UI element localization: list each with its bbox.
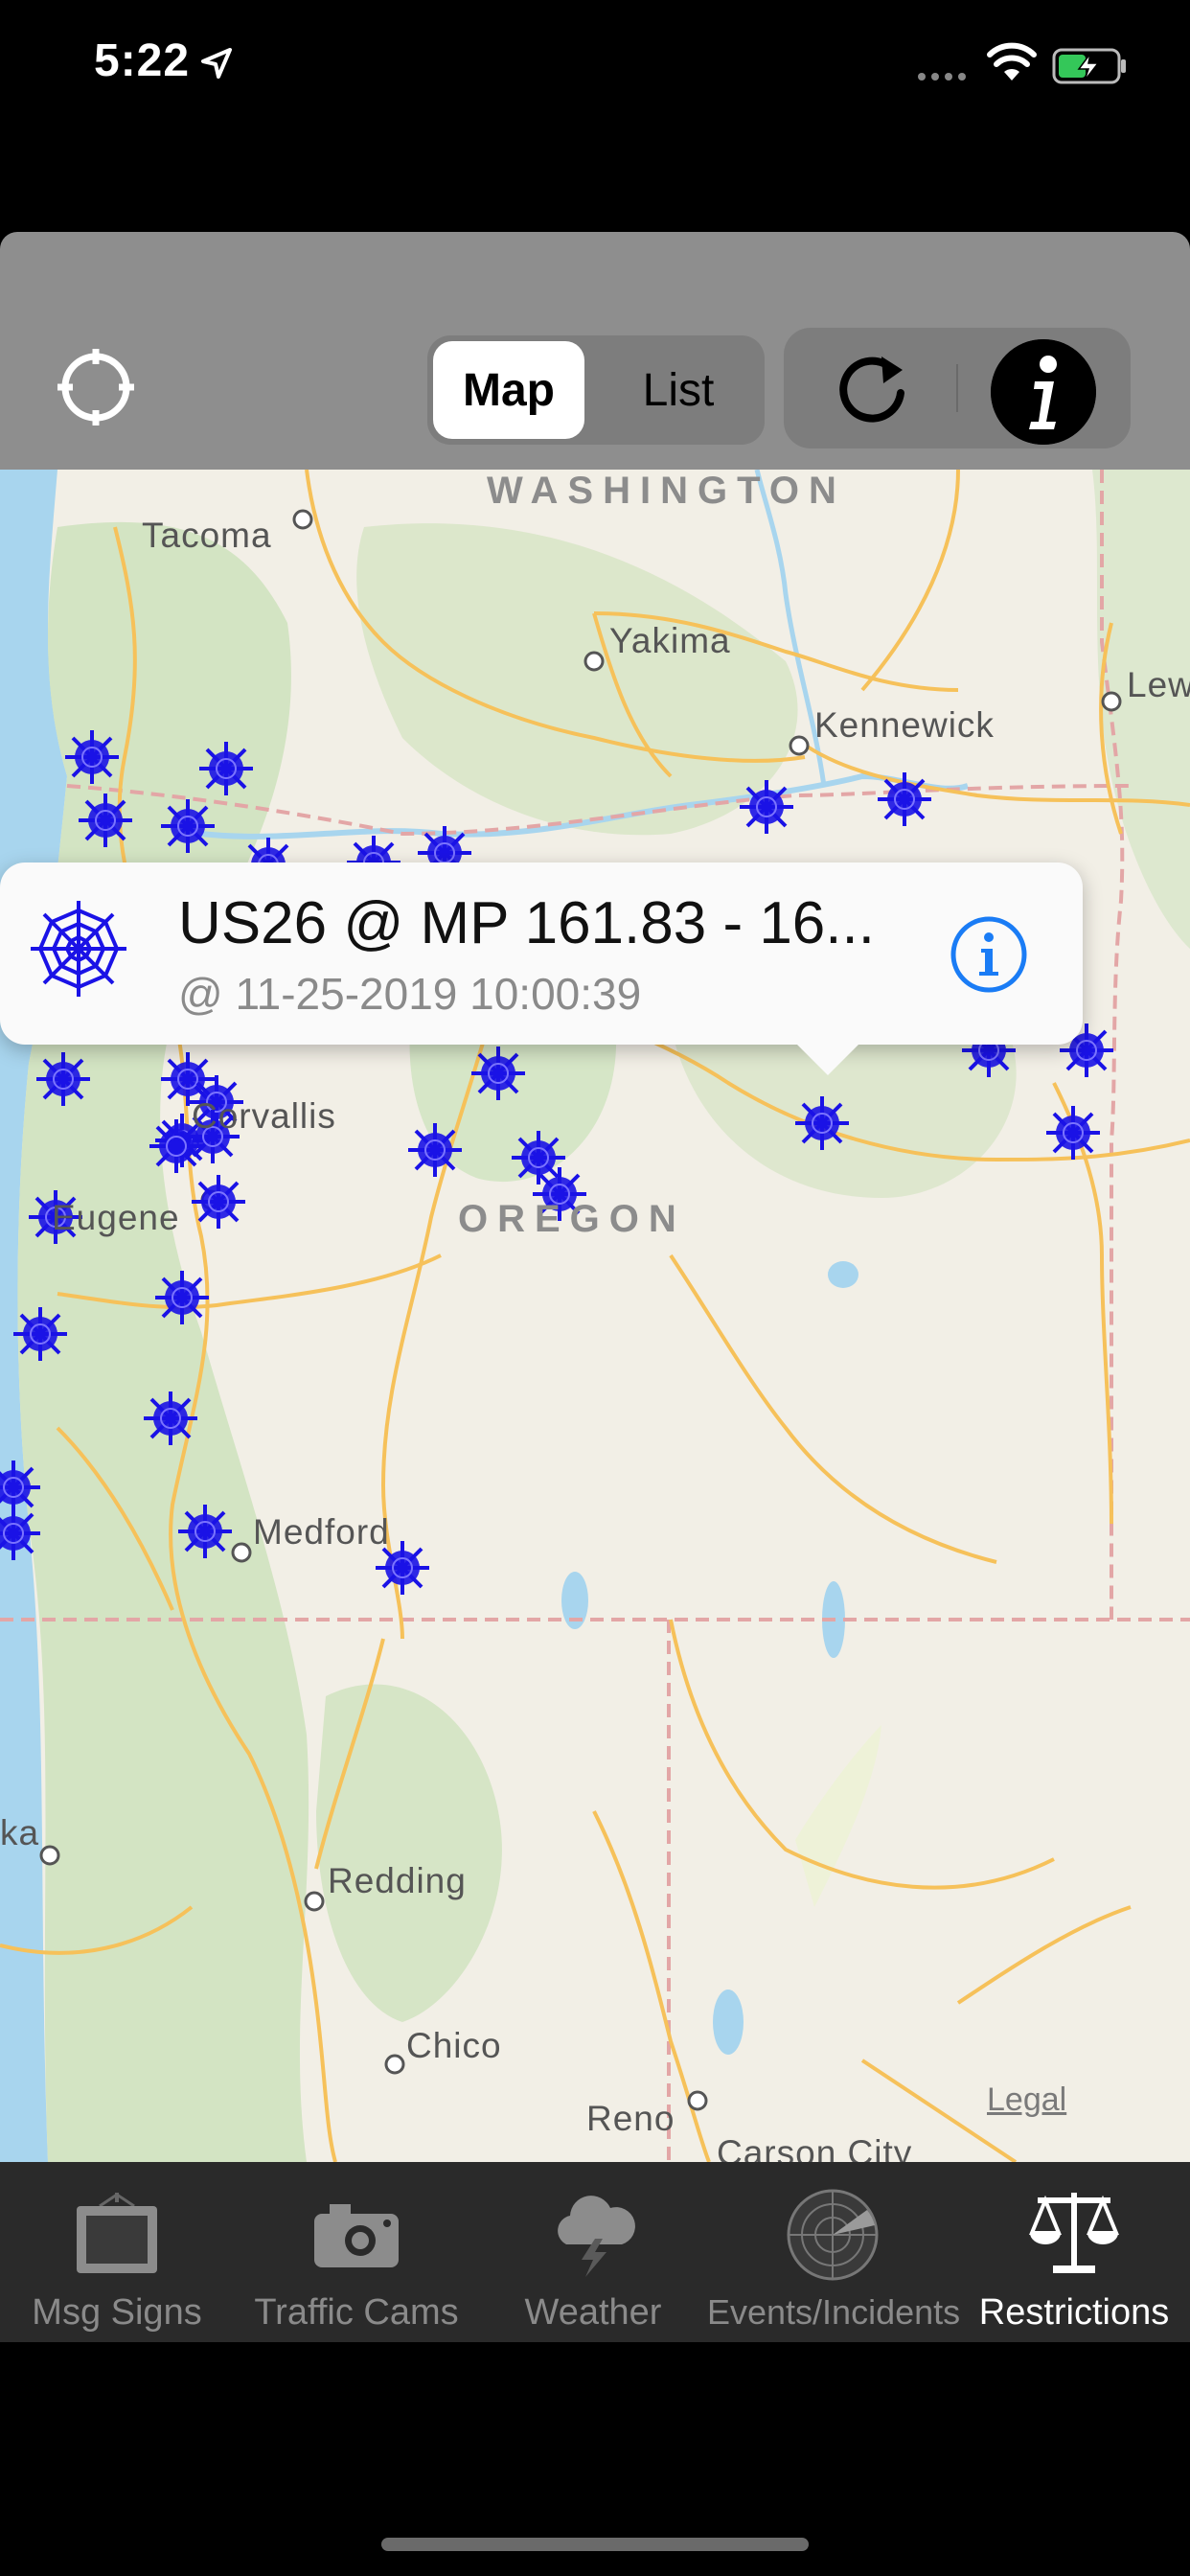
action-buttons-group [784, 328, 1131, 448]
map-base [0, 470, 1190, 2162]
city-label: Eugene [52, 1198, 180, 1237]
storm-cloud-icon [558, 2196, 635, 2277]
city-label: Medford [253, 1512, 390, 1552]
callout-pointer [795, 1043, 860, 1075]
city-label: Chico [406, 2026, 502, 2065]
state-label-oregon: OREGON [458, 1198, 686, 1240]
radar-icon [787, 2189, 879, 2281]
city-label: Corvallis [192, 1096, 336, 1136]
tab-label: Restrictions [978, 2292, 1170, 2333]
map-list-segmented-control: Map List [427, 335, 765, 445]
status-bar: 5:22 [0, 0, 1190, 134]
tab-label: Traffic Cams [254, 2292, 459, 2333]
city-label: Carson City [717, 2133, 913, 2162]
message-sign-icon [77, 2193, 157, 2273]
callout-title: US26 @ MP 161.83 - 16... [178, 890, 875, 956]
info-circle-icon[interactable] [949, 914, 1029, 995]
home-indicator[interactable] [381, 2538, 809, 2551]
city-label: Redding [328, 1861, 467, 1900]
wifi-icon [987, 42, 1037, 80]
legal-link[interactable]: Legal [987, 2082, 1066, 2119]
map-view[interactable]: WASHINGTON OREGON Tacoma Yakima Kennewic… [0, 470, 1190, 2162]
tab-events-incidents[interactable]: Events/Incidents [707, 2162, 961, 2342]
tab-traffic-cams[interactable]: Traffic Cams [234, 2162, 479, 2342]
spider-web-icon [31, 901, 126, 997]
cellular-signal-icon [918, 73, 966, 80]
battery-charging-icon [1052, 48, 1126, 84]
tab-label: Weather [524, 2292, 662, 2333]
segment-map[interactable]: Map [433, 341, 584, 439]
info-icon[interactable] [991, 339, 1096, 445]
tab-msg-signs[interactable]: Msg Signs [0, 2162, 234, 2342]
tab-weather[interactable]: Weather [479, 2162, 707, 2342]
callout-subtitle: @ 11-25-2019 10:00:39 [178, 969, 642, 1019]
marker-callout[interactable]: US26 @ MP 161.83 - 16... @ 11-25-2019 10… [0, 862, 1083, 1045]
city-label: Tacoma [142, 516, 272, 555]
city-label: Kennewick [814, 705, 995, 745]
segment-list[interactable]: List [600, 341, 757, 439]
status-time: 5:22 [94, 35, 191, 86]
location-arrow-icon [201, 48, 232, 79]
scales-icon [1029, 2193, 1119, 2273]
tab-label: Events/Incidents [707, 2292, 961, 2332]
tab-label: Msg Signs [32, 2292, 202, 2333]
camera-icon [314, 2204, 399, 2267]
locate-me-icon[interactable] [56, 347, 136, 427]
refresh-icon[interactable] [824, 349, 920, 431]
city-label: Lew [1127, 665, 1190, 704]
city-label: Reno [586, 2099, 675, 2138]
city-label: Yakima [609, 621, 731, 660]
map-toolbar: Map List [0, 232, 1190, 470]
divider [956, 364, 958, 412]
tab-restrictions[interactable]: Restrictions [958, 2162, 1190, 2342]
state-label-washington: WASHINGTON [487, 470, 846, 512]
city-label: ka [0, 1813, 40, 1852]
tab-bar: Msg Signs Traffic Cams Weather Events/In… [0, 2162, 1190, 2342]
